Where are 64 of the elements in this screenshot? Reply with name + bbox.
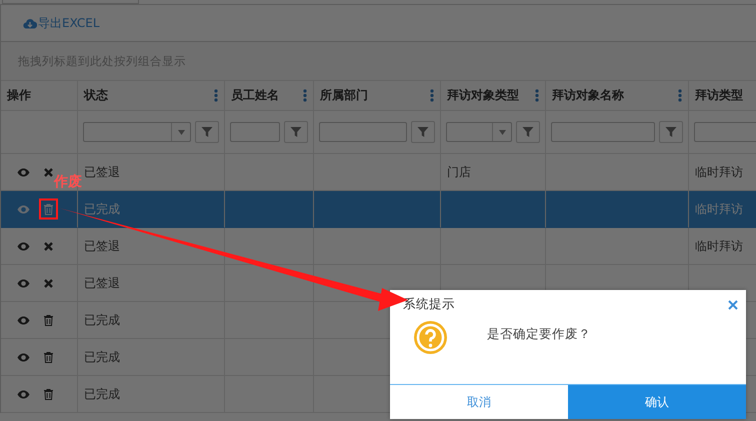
eye-icon[interactable] [17,242,30,250]
table-cell: 已完成 [84,348,120,366]
column-header[interactable]: 拜访对象名称 [552,87,624,104]
filter-dropdown[interactable] [83,122,191,142]
close-icon[interactable] [44,242,53,250]
eye-icon[interactable] [17,204,30,214]
filter-field[interactable] [694,122,756,142]
column-menu-icon[interactable] [678,89,682,102]
eye-icon[interactable] [17,352,30,362]
eye-icon[interactable] [17,168,30,176]
filter-icon[interactable] [417,126,429,138]
caret-icon[interactable] [178,130,184,134]
filter-icon[interactable] [201,126,213,138]
filter-button[interactable] [659,121,683,143]
table-cell: 已完成 [84,386,120,402]
filter-dropdown[interactable] [446,122,512,142]
column-header[interactable]: 员工姓名 [231,87,279,104]
column-menu-icon[interactable] [303,89,307,102]
filter-field[interactable] [230,122,280,142]
table-cell: 已签退 [84,274,120,292]
filter-icon[interactable] [290,126,302,138]
dialog-message: 是否确定要作废？ [487,326,591,343]
cloud-download-icon [23,18,37,28]
annotation-label: 作废 [54,172,82,190]
question-icon [414,321,447,354]
filter-button[interactable] [411,121,435,143]
trash-icon[interactable] [44,388,53,400]
column-menu-icon[interactable] [535,89,539,102]
table-cell: 临时拜访 [695,200,743,218]
filter-button[interactable] [284,121,308,143]
column-menu-icon[interactable] [214,89,218,102]
close-icon[interactable] [728,300,738,310]
eye-icon[interactable] [17,390,30,398]
table-cell: 门店 [447,164,471,180]
dialog-title: 系统提示 [403,296,455,313]
table-cell: 已签退 [84,238,120,254]
eye-icon[interactable] [17,278,30,288]
table-cell: 临时拜访 [695,164,743,180]
cancel-button[interactable]: 取消 [390,385,568,419]
trash-icon[interactable] [44,314,53,326]
table-cell: 已完成 [84,312,120,328]
column-header[interactable]: 拜访类型 [695,87,743,104]
export-excel-button[interactable]: 导出EXCEL [23,14,100,32]
column-menu-icon[interactable] [430,89,434,102]
column-header[interactable]: 操作 [7,87,31,104]
close-icon[interactable] [44,278,53,288]
filter-icon[interactable] [665,126,677,138]
table-cell: 已完成 [84,200,120,218]
column-header[interactable]: 所属部门 [320,87,368,104]
close-icon[interactable] [44,168,53,176]
filter-button[interactable] [516,121,540,143]
highlight-box [39,198,58,220]
table-cell: 临时拜访 [695,238,743,254]
filter-field[interactable] [551,122,655,142]
trash-icon[interactable] [44,352,53,362]
table-cell: 已签退 [84,164,120,180]
column-header[interactable]: 状态 [84,87,108,104]
eye-icon[interactable] [17,316,30,324]
confirm-button[interactable]: 确认 [568,385,746,419]
caret-icon[interactable] [498,130,506,134]
filter-button[interactable] [195,121,219,143]
filter-field[interactable] [319,122,407,142]
column-header[interactable]: 拜访对象类型 [447,87,519,104]
filter-icon[interactable] [522,126,534,138]
